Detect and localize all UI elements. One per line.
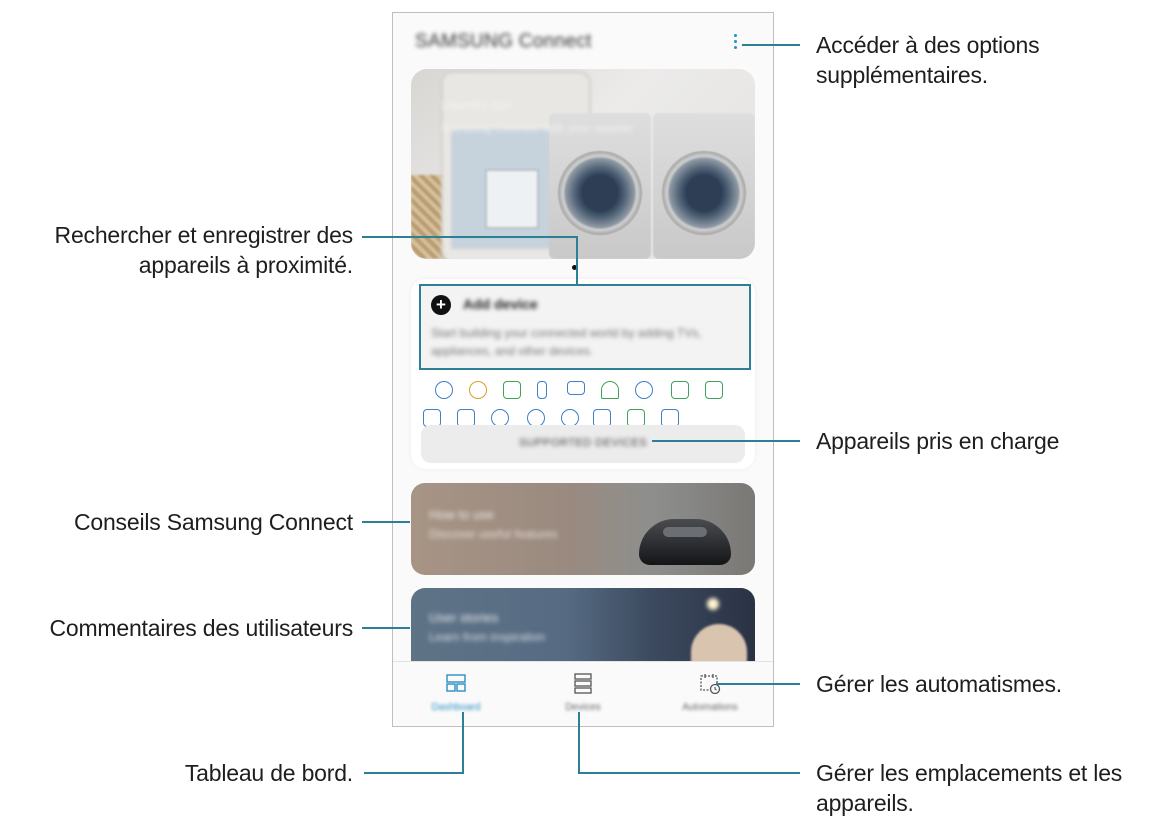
speaker-icon xyxy=(503,381,521,399)
bulb-icon xyxy=(469,381,487,399)
callout-line-locations-v xyxy=(578,712,580,774)
callout-supported-devices: Appareils pris en charge xyxy=(816,428,1060,454)
callout-line-automations xyxy=(716,683,800,685)
tab-automations-label: Automations xyxy=(682,702,738,713)
callout-line-locations-h xyxy=(578,772,800,774)
supported-devices-button[interactable]: SUPPORTED DEVICES xyxy=(421,425,745,463)
robot-vacuum-image xyxy=(639,519,731,565)
tab-automations[interactable]: Automations xyxy=(647,662,773,726)
dashboard-icon xyxy=(446,674,466,692)
devices-list-icon xyxy=(574,673,592,694)
promo-banner[interactable]: Laundry tips Samsung Connect with your w… xyxy=(411,69,755,259)
headphones-icon xyxy=(601,381,619,399)
callout-line-dashboard-h xyxy=(364,772,464,774)
camera-icon xyxy=(435,381,453,399)
add-device-description: Start building your connected world by a… xyxy=(431,326,702,358)
callout-user-stories: Commentaires des utilisateurs xyxy=(49,615,353,641)
callout-dashboard: Tableau de bord. xyxy=(184,760,353,786)
callout-search-devices: Rechercher et enregistrer des appareils … xyxy=(54,222,354,278)
app-title: SAMSUNG Connect xyxy=(415,31,592,52)
callout-locations: Gérer les emplacements et les appareils. xyxy=(816,760,1123,816)
callout-more-options: Accéder à des options supplémentaires. xyxy=(816,32,1040,88)
tab-devices[interactable]: Devices xyxy=(520,662,646,726)
more-options-button[interactable] xyxy=(729,31,741,57)
oven-icon xyxy=(671,381,689,399)
remote-icon xyxy=(537,381,547,399)
callout-line-search xyxy=(362,236,578,238)
callout-line-search-down xyxy=(576,236,578,286)
callout-automations: Gérer les automatismes. xyxy=(816,671,1062,697)
callout-line-tips xyxy=(362,521,410,523)
bottom-nav: Dashboard Devices Automations xyxy=(393,661,773,726)
tips-subtitle: Discover useful features xyxy=(429,527,558,541)
tab-dashboard[interactable]: Dashboard xyxy=(393,662,519,726)
more-vert-icon xyxy=(733,34,737,37)
tab-dashboard-label: Dashboard xyxy=(431,702,481,713)
router-icon xyxy=(705,381,723,399)
add-device-title: Add device xyxy=(463,296,538,312)
tv-icon xyxy=(567,381,585,395)
callout-line-supported xyxy=(652,440,800,442)
plug-icon xyxy=(635,381,653,399)
add-device-button[interactable]: + Add device Start building your connect… xyxy=(419,284,751,370)
banner-subtitle: Samsung Connect with your washer xyxy=(441,121,634,135)
tips-card[interactable]: How to use Discover useful features xyxy=(411,483,755,575)
callout-tips: Conseils Samsung Connect xyxy=(73,509,353,535)
tips-title: How to use xyxy=(429,507,495,522)
tab-devices-label: Devices xyxy=(565,702,601,713)
callout-line-stories xyxy=(362,627,410,629)
stories-subtitle: Learn from inspiration xyxy=(429,630,546,644)
callout-line-dashboard-v xyxy=(462,712,464,774)
stories-title: User stories xyxy=(429,610,499,625)
banner-title: Laundry tips xyxy=(441,97,512,112)
plus-icon: + xyxy=(431,295,451,315)
callout-line-more-options xyxy=(742,44,800,46)
supported-devices-label: SUPPORTED DEVICES xyxy=(518,437,648,449)
dryer-image xyxy=(653,113,755,259)
phone-screen: SAMSUNG Connect Laundry tips Samsung Con… xyxy=(392,12,774,727)
